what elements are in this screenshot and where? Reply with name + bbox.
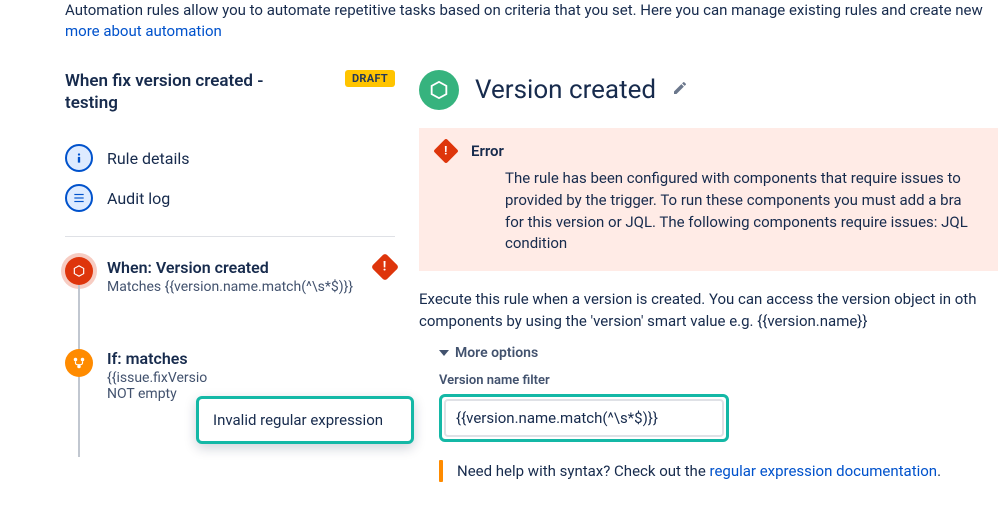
- more-options-toggle[interactable]: More options: [439, 345, 998, 361]
- version-name-filter-input[interactable]: [444, 399, 724, 437]
- nav-label: Rule details: [107, 149, 190, 168]
- step-condition[interactable]: If: matches {{issue.fixVersio NOT empty: [65, 349, 395, 402]
- branch-icon: [65, 349, 93, 377]
- step-trigger-title: When: Version created: [107, 258, 269, 277]
- trigger-description: Execute this rule when a version is crea…: [419, 289, 998, 333]
- error-panel: ! Error The rule has been configured wit…: [419, 128, 998, 271]
- step-trigger-sub: Matches {{version.name.match(^\s*$)}}: [107, 279, 395, 295]
- help-prefix: Need help with syntax? Check out the: [457, 462, 710, 480]
- more-options-label: More options: [455, 345, 538, 361]
- help-suffix: .: [937, 462, 941, 480]
- syntax-help-text: Need help with syntax? Check out the reg…: [457, 462, 941, 480]
- rule-title: When fix version created - testing: [65, 70, 295, 114]
- intro-line: Automation rules allow you to automate r…: [65, 1, 983, 19]
- edit-icon[interactable]: [672, 80, 688, 101]
- filter-label: Version name filter: [439, 373, 998, 388]
- panel-title: Version created: [475, 75, 656, 105]
- error-icon: !: [371, 253, 399, 281]
- cube-icon: [65, 257, 93, 285]
- divider: [65, 236, 395, 237]
- step-trigger[interactable]: When: Version created ! Matches {{versio…: [65, 257, 395, 295]
- nav-audit-log[interactable]: Audit log: [65, 178, 395, 218]
- cube-icon: [419, 70, 459, 110]
- chevron-down-icon: [439, 350, 449, 356]
- hint-bar: [439, 460, 443, 482]
- connector-line: [78, 377, 80, 457]
- step-condition-title: If: matches: [107, 349, 188, 368]
- validation-tooltip: Invalid regular expression: [196, 396, 414, 444]
- step-condition-sub2: NOT empty: [107, 386, 177, 402]
- nav-rule-details[interactable]: Rule details: [65, 138, 395, 178]
- tooltip-text: Invalid regular expression: [213, 411, 383, 429]
- nav-label: Audit log: [107, 189, 170, 208]
- error-icon: !: [433, 138, 458, 163]
- filter-highlight: [439, 394, 729, 442]
- learn-more-link[interactable]: more about automation: [65, 22, 222, 40]
- status-badge: DRAFT: [345, 70, 395, 87]
- intro-text: Automation rules allow you to automate r…: [65, 0, 998, 42]
- list-icon: [65, 184, 93, 212]
- error-title: Error: [471, 142, 982, 160]
- error-body: The rule has been configured with compon…: [471, 168, 982, 255]
- info-icon: [65, 144, 93, 172]
- step-condition-sub1: {{issue.fixVersio: [107, 370, 207, 386]
- regex-doc-link[interactable]: regular expression documentation: [710, 462, 938, 480]
